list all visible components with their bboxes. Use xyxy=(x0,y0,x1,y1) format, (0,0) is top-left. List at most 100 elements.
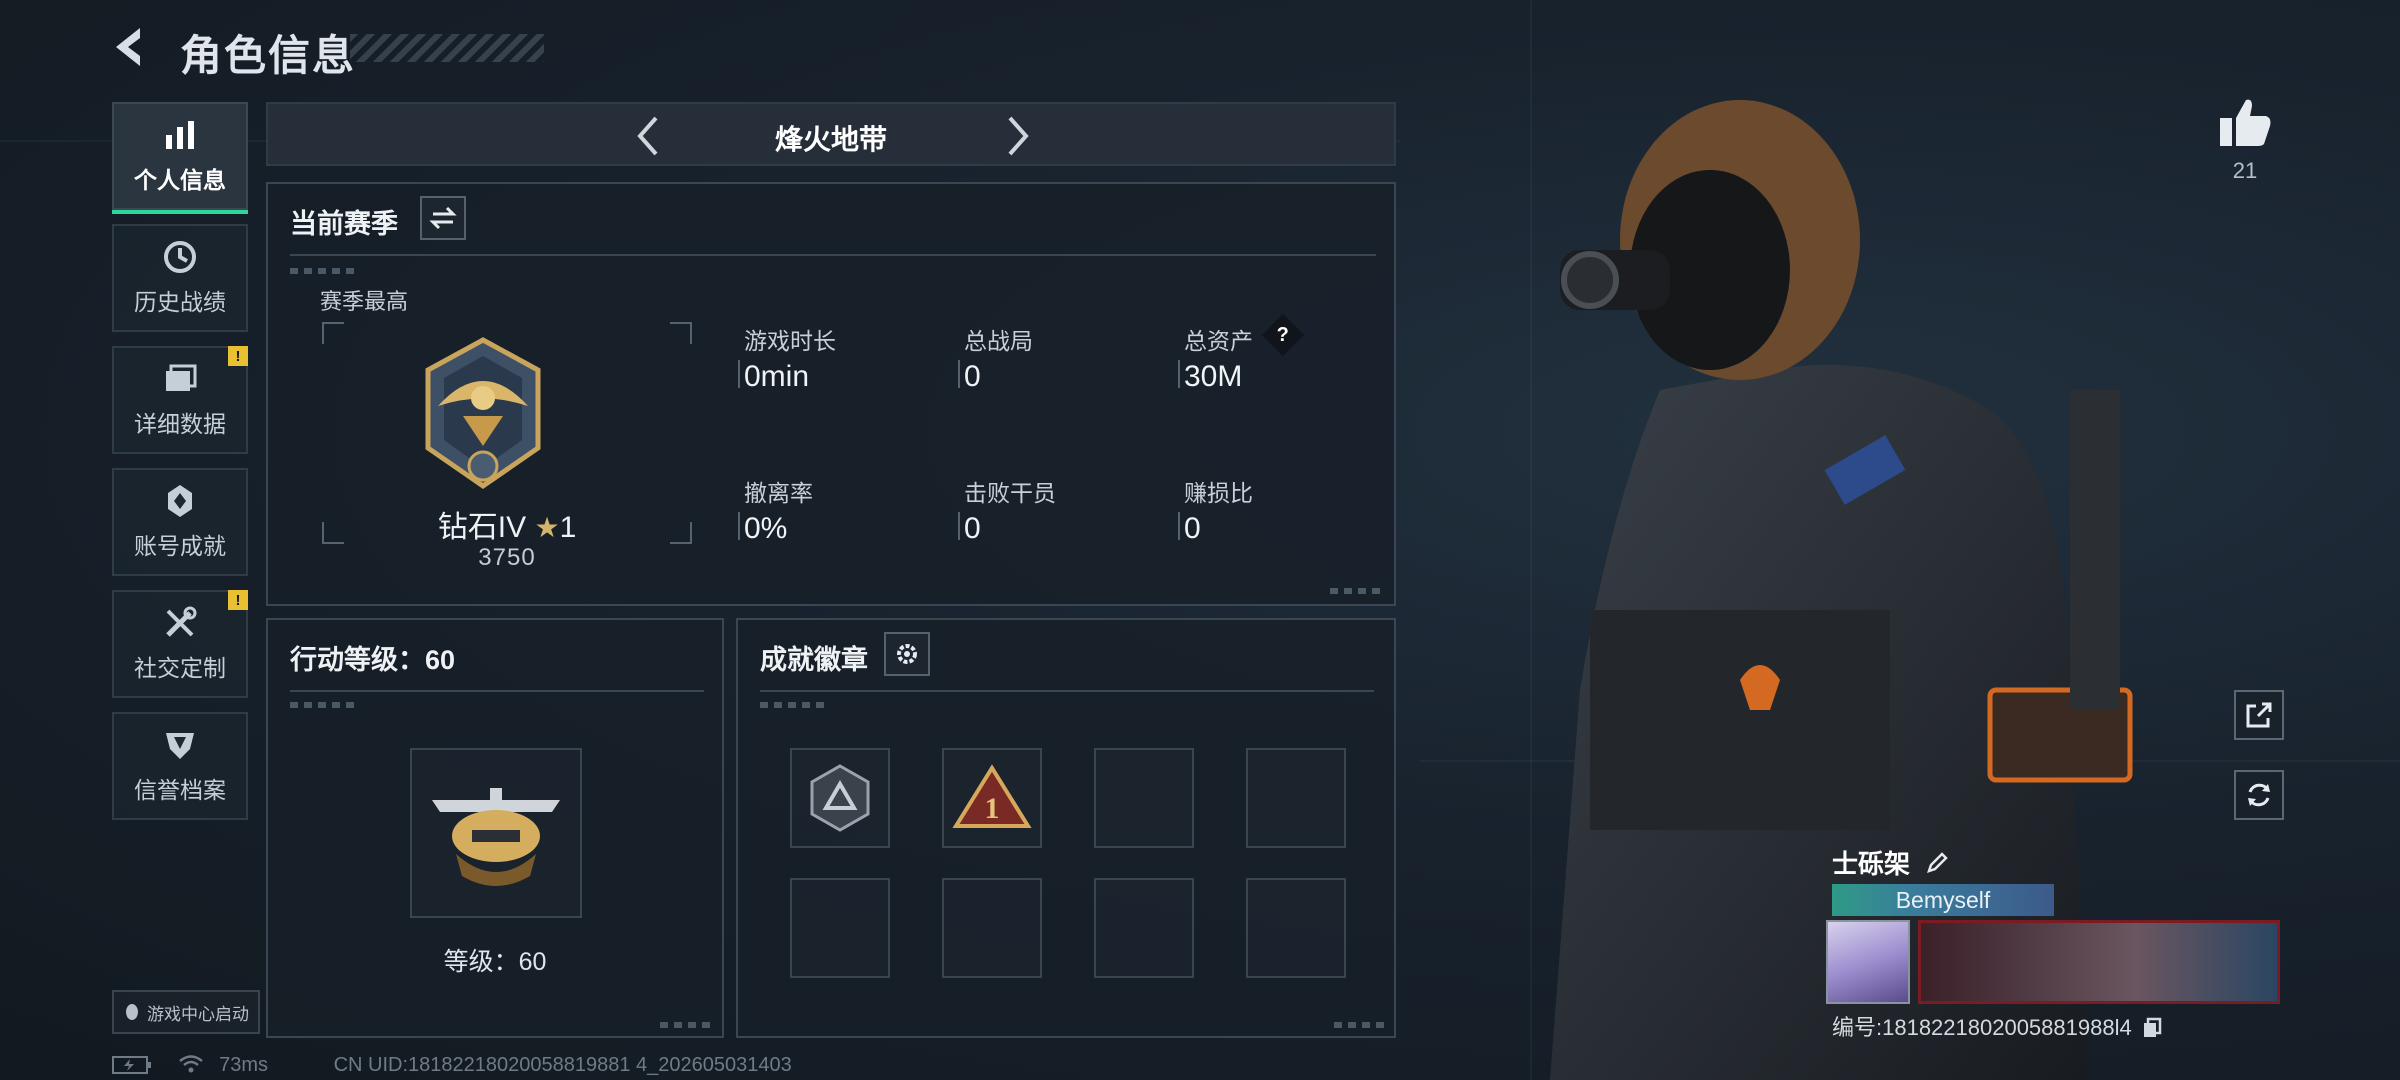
stat-tick xyxy=(1178,512,1180,540)
hexagon-badge-icon xyxy=(810,764,870,832)
divider xyxy=(760,690,1374,692)
ping-text: 73ms xyxy=(219,1054,269,1076)
stat-label-profit-loss-ratio: 赚损比 xyxy=(1184,480,1253,506)
avatar[interactable] xyxy=(1826,920,1910,1004)
badge-slot[interactable] xyxy=(1246,878,1346,978)
season-title: 当前赛季 xyxy=(290,209,398,239)
decoration-marks xyxy=(290,268,360,274)
mode-selector: 烽火地带 xyxy=(266,102,1396,166)
rank-star-icon: ★ xyxy=(534,512,560,543)
stat-value-play-time: 0min xyxy=(744,360,810,393)
level-emblem-frame xyxy=(410,748,582,918)
stat-value-extraction-rate: 0% xyxy=(744,512,788,545)
achievement-icon xyxy=(168,485,192,517)
stat-label-operators-defeated: 击败干员 xyxy=(964,480,1056,506)
thumbs-up-icon[interactable] xyxy=(2216,96,2272,148)
stat-label-total-matches: 总战局 xyxy=(964,328,1033,354)
tools-icon xyxy=(166,606,197,637)
battery-icon xyxy=(112,1056,151,1074)
helicopter-emblem-icon xyxy=(432,788,560,886)
level-text: 等级：60 xyxy=(443,948,547,976)
player-name: 士砾架 xyxy=(1832,844,1949,881)
sidebar-item-achievements[interactable]: 账号成就 xyxy=(112,468,248,576)
sidebar-item-label: 详细数据 xyxy=(134,411,226,437)
sidebar-item-match-history[interactable]: 历史战绩 xyxy=(112,224,248,332)
decoration-marks xyxy=(290,702,360,708)
alert-badge: ! xyxy=(228,346,248,366)
stat-tick xyxy=(738,360,740,388)
uid-text: CN UID:18182218020058819881 4_2026050314… xyxy=(333,1054,792,1076)
badge-slot[interactable] xyxy=(1094,748,1194,848)
season-best-label: 赛季最高 xyxy=(320,289,409,314)
stat-value-operators-defeated: 0 xyxy=(964,512,981,545)
divider xyxy=(290,690,704,692)
player-nameplate: Bemyself xyxy=(1832,884,2054,916)
mode-name: 烽火地带 xyxy=(774,124,887,155)
stat-value-total-assets: 30M xyxy=(1184,360,1243,393)
rank-score: 3750 xyxy=(478,544,536,571)
badge-slot[interactable] xyxy=(790,748,890,848)
decoration-marks xyxy=(1334,1022,1386,1028)
bar-chart-icon xyxy=(166,121,194,149)
status-bar: 73ms CN UID:18182218020058819881 4_20260… xyxy=(112,1054,792,1077)
sidebar-item-label: 个人信息 xyxy=(134,167,226,193)
badge-slot[interactable]: 1 xyxy=(942,748,1042,848)
gear-icon xyxy=(897,644,917,664)
help-icon: ? xyxy=(1276,323,1290,346)
launch-label: 游戏中心启动 xyxy=(147,1004,249,1024)
switch-season-button[interactable] xyxy=(420,196,466,240)
rank-emblem-icon xyxy=(425,337,541,490)
player-banner xyxy=(1918,920,2280,1004)
badges-title: 成就徽章 xyxy=(760,645,868,675)
wifi-icon xyxy=(178,1055,203,1073)
stat-label-play-time: 游戏时长 xyxy=(744,328,836,354)
sidebar-item-personal-info[interactable]: 个人信息 xyxy=(112,102,248,214)
badge-slot[interactable] xyxy=(790,878,890,978)
help-button[interactable]: ? xyxy=(1261,313,1305,357)
stat-tick xyxy=(738,512,740,540)
refresh-icon xyxy=(2248,783,2270,807)
credit-shield-icon xyxy=(166,733,194,759)
achievement-badges-panel: 成就徽章 1 xyxy=(736,618,1396,1038)
badge-slot[interactable] xyxy=(1246,748,1346,848)
stat-value-total-matches: 0 xyxy=(964,360,981,393)
decoration-marks xyxy=(760,702,830,708)
penguin-icon xyxy=(126,1004,138,1020)
clock-history-icon xyxy=(164,241,196,273)
stat-tick xyxy=(958,512,960,540)
frame-corner xyxy=(322,322,344,344)
folder-icon xyxy=(166,364,197,391)
title-decoration xyxy=(350,34,544,62)
game-center-launch-button[interactable]: 游戏中心启动 xyxy=(112,990,260,1034)
sidebar-item-credit-profile[interactable]: 信誉档案 xyxy=(112,712,248,820)
share-button[interactable] xyxy=(2234,690,2284,740)
season-panel: 当前赛季 赛季最高 钻石IV ★1 3750 游戏时长 0min 总战局 0 总… xyxy=(266,182,1396,606)
sidebar-item-label: 信誉档案 xyxy=(134,777,226,803)
edit-pencil-icon[interactable] xyxy=(1925,851,1949,875)
swap-icon xyxy=(429,206,457,230)
action-level-title: 行动等级：60 xyxy=(290,645,456,675)
badge-slot[interactable] xyxy=(1094,878,1194,978)
badge-slot[interactable] xyxy=(942,878,1042,978)
action-level-panel: 行动等级：60 等级：60 xyxy=(266,618,724,1038)
svg-text:1: 1 xyxy=(985,792,1000,825)
badge-settings-button[interactable] xyxy=(884,632,930,676)
sidebar-item-detailed-data[interactable]: 详细数据 ! xyxy=(112,346,248,454)
back-arrow-icon[interactable] xyxy=(110,24,156,70)
rank-name: 钻石IV xyxy=(437,511,527,544)
rank-stars: 1 xyxy=(559,511,577,544)
decoration-marks xyxy=(660,1022,712,1028)
triangle-badge-icon: 1 xyxy=(952,764,1032,828)
stat-label-total-assets: 总资产 xyxy=(1184,328,1253,354)
like-count: 21 xyxy=(2232,158,2258,183)
chevron-right-icon[interactable] xyxy=(994,114,1038,158)
sidebar-item-label: 社交定制 xyxy=(134,655,226,681)
decoration-marks xyxy=(1330,588,1382,594)
sidebar-item-label: 历史战绩 xyxy=(134,289,226,315)
player-id: 编号:1818221802005881988l4 xyxy=(1832,1010,2162,1042)
refresh-button[interactable] xyxy=(2234,770,2284,820)
sidebar-item-label: 账号成就 xyxy=(134,533,226,559)
sidebar-item-social-customization[interactable]: 社交定制 ! xyxy=(112,590,248,698)
copy-icon[interactable] xyxy=(2142,1017,2162,1039)
stat-value-profit-loss-ratio: 0 xyxy=(1184,512,1201,545)
